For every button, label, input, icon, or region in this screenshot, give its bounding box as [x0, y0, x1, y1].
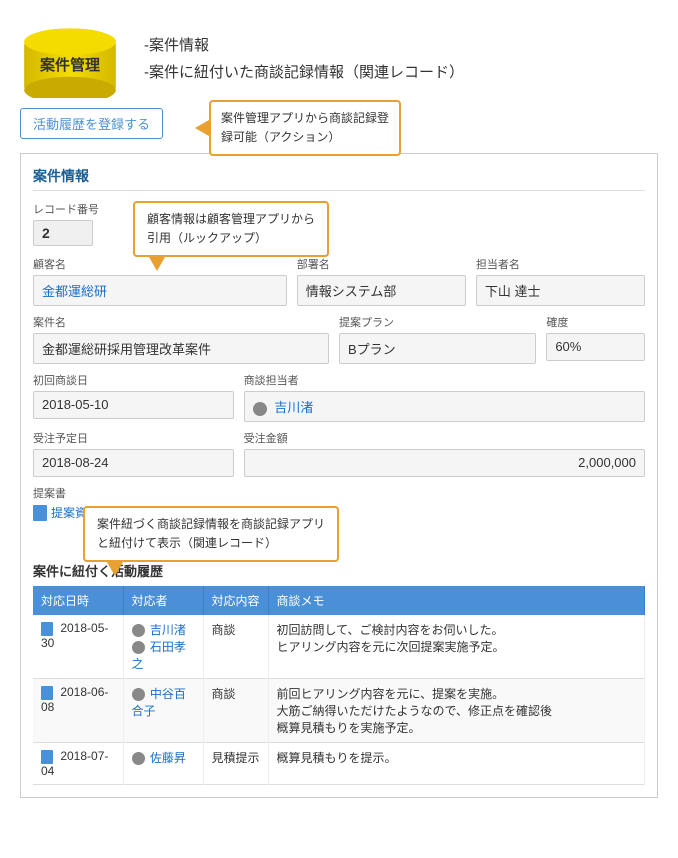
first-meeting-value: 2018-05-10 — [33, 391, 234, 419]
table-row: 2018-05-30 吉川渚 石田孝之 商談 初回訪問して、ご検討内容をお伺いし… — [33, 615, 645, 679]
meeting-person-group: 商談担当者 吉川渚 — [244, 372, 645, 422]
proposal-label: 提案プラン — [339, 314, 536, 330]
order-date-value: 2018-08-24 — [33, 449, 234, 477]
header-line1: -案件情報 — [144, 34, 464, 55]
table-body: 2018-05-30 吉川渚 石田孝之 商談 初回訪問して、ご検討内容をお伺いし… — [33, 615, 645, 784]
certainty-group: 確度 60% — [546, 314, 645, 361]
order-amount-label: 受注金額 — [244, 430, 645, 446]
col-content: 対応内容 — [203, 586, 268, 615]
case-name-group: 案件名 金都運総研採用管理改革案件 — [33, 314, 329, 364]
person-icon2 — [132, 641, 145, 654]
header-description: -案件情報 -案件に紐付いた商談記録情報（関連レコード） — [144, 34, 464, 82]
cell-person: 吉川渚 石田孝之 — [123, 615, 203, 679]
col-date: 対応日時 — [33, 586, 123, 615]
cell-date: 2018-05-30 — [33, 615, 123, 679]
proposal-doc-label: 提案書 — [33, 485, 645, 501]
first-meeting-group: 初回商談日 2018-05-10 — [33, 372, 234, 419]
case-name-label: 案件名 — [33, 314, 329, 330]
cell-memo: 概算見積もりを提示。 — [268, 743, 645, 785]
order-date-label: 受注予定日 — [33, 430, 234, 446]
related-records-table: 対応日時 対応者 対応内容 商談メモ 2018-05-30 — [33, 586, 645, 785]
meeting-person-label: 商談担当者 — [244, 372, 645, 388]
register-activity-button[interactable]: 活動履歴を登録する — [20, 108, 163, 139]
person-icon3 — [132, 688, 145, 701]
header-area: 案件管理 -案件情報 -案件に紐付いた商談記録情報（関連レコード） — [0, 0, 678, 108]
section-title: 案件情報 — [33, 166, 645, 191]
main-content: 活動履歴を登録する 案件管理アプリから商談記録登録可能（アクション） 案件情報 … — [0, 108, 678, 828]
first-meeting-label: 初回商談日 — [33, 372, 234, 388]
case-name-row: 案件名 金都運総研採用管理改革案件 提案プラン Bプラン 確度 60% — [33, 314, 645, 364]
callout-left-arrow — [195, 120, 209, 136]
person-icon — [253, 402, 267, 416]
proposal-group: 提案プラン Bプラン — [339, 314, 536, 364]
certainty-label: 確度 — [546, 314, 645, 330]
person-value: 下山 達士 — [476, 275, 645, 306]
related-callout: 案件紐づく商談記録情報を商談記録アプリと紐付けて表示（関連レコード） — [83, 506, 339, 562]
database-icon: 案件管理 — [20, 18, 120, 98]
cell-memo: 初回訪問して、ご検討内容をお伺いした。ヒアリング内容を元に次回提案実施予定。 — [268, 615, 645, 679]
case-info-section: 案件情報 レコード番号 2 顧客情報は顧客管理アプリから引用（ルックアップ） 顧… — [20, 153, 658, 798]
cell-memo: 前回ヒアリング内容を元に、提案を実施。大筋ご納得いただけたようなので、修正点を確… — [268, 679, 645, 743]
doc-icon — [33, 505, 47, 521]
action-callout: 案件管理アプリから商談記録登録可能（アクション） — [195, 100, 401, 156]
department-label: 部署名 — [297, 256, 466, 272]
meeting-person-value: 吉川渚 — [244, 391, 645, 422]
svg-text:案件管理: 案件管理 — [39, 56, 100, 74]
cell-content: 商談 — [203, 615, 268, 679]
cell-content: 商談 — [203, 679, 268, 743]
person-icon — [132, 624, 145, 637]
person-group: 担当者名 下山 達士 — [476, 256, 645, 306]
related-section-title: 案件に紐付く活動履歴 — [33, 561, 645, 580]
table-header: 対応日時 対応者 対応内容 商談メモ — [33, 586, 645, 615]
table-row: 2018-06-08 中谷百合子 商談 前回ヒアリング内容を元に、提案を実施。大… — [33, 679, 645, 743]
certainty-value: 60% — [546, 333, 645, 361]
person-icon4 — [132, 752, 145, 765]
order-amount-group: 受注金額 2,000,000 — [244, 430, 645, 477]
customer-row: 顧客名 金都運総研 部署名 情報システム部 担当者名 下山 達士 — [33, 256, 645, 306]
cell-person: 佐藤昇 — [123, 743, 203, 785]
related-section: 案件紐づく商談記録情報を商談記録アプリと紐付けて表示（関連レコード） 案件に紐付… — [33, 561, 645, 785]
related-callout-arrow — [107, 562, 123, 576]
lookup-callout: 顧客情報は顧客管理アプリから引用（ルックアップ） — [113, 201, 329, 257]
proposal-value: Bプラン — [339, 333, 536, 364]
table-row: 2018-07-04 佐藤昇 見積提示 概算見積もりを提示。 — [33, 743, 645, 785]
lookup-callout-text: 顧客情報は顧客管理アプリから引用（ルックアップ） — [133, 201, 329, 257]
record-number-row: レコード番号 2 顧客情報は顧客管理アプリから引用（ルックアップ） — [33, 201, 645, 246]
record-number-value: 2 — [33, 220, 93, 246]
order-row: 受注予定日 2018-08-24 受注金額 2,000,000 — [33, 430, 645, 477]
header-line2: -案件に紐付いた商談記録情報（関連レコード） — [144, 61, 464, 82]
department-value: 情報システム部 — [297, 275, 466, 306]
case-name-value: 金都運総研採用管理改革案件 — [33, 333, 329, 364]
cell-content: 見積提示 — [203, 743, 268, 785]
order-amount-value: 2,000,000 — [244, 449, 645, 477]
department-group: 部署名 情報システム部 — [297, 256, 466, 306]
doc-row-icon — [41, 622, 53, 636]
col-person: 対応者 — [123, 586, 203, 615]
related-callout-text: 案件紐づく商談記録情報を商談記録アプリと紐付けて表示（関連レコード） — [83, 506, 339, 562]
customer-value: 金都運総研 — [33, 275, 287, 306]
meeting-row: 初回商談日 2018-05-10 商談担当者 吉川渚 — [33, 372, 645, 422]
order-date-group: 受注予定日 2018-08-24 — [33, 430, 234, 477]
cell-date: 2018-07-04 — [33, 743, 123, 785]
action-callout-text: 案件管理アプリから商談記録登録可能（アクション） — [209, 100, 401, 156]
action-area: 活動履歴を登録する 案件管理アプリから商談記録登録可能（アクション） — [20, 108, 658, 139]
person-label: 担当者名 — [476, 256, 645, 272]
doc-row-icon — [41, 686, 53, 700]
callout-arrow-down — [149, 257, 165, 271]
cell-person: 中谷百合子 — [123, 679, 203, 743]
cell-date: 2018-06-08 — [33, 679, 123, 743]
doc-row-icon — [41, 750, 53, 764]
col-memo: 商談メモ — [268, 586, 645, 615]
